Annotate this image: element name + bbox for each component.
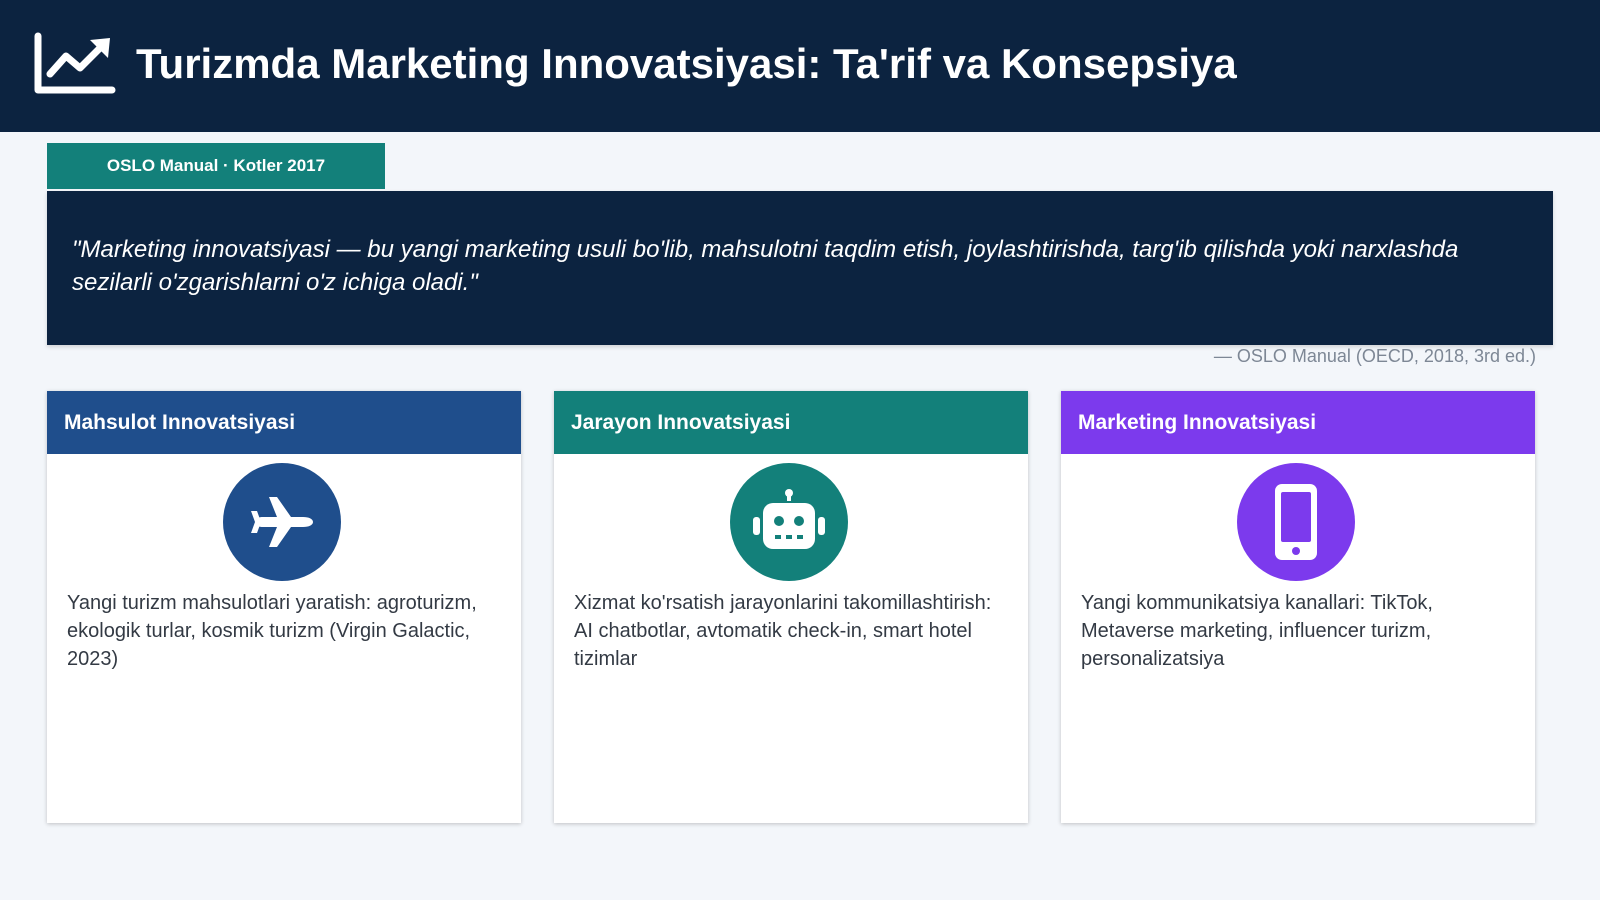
card-process-innovation: Jarayon Innovatsiyasi Xizmat ko'rsatish … <box>554 391 1028 823</box>
smartphone-icon <box>1237 463 1355 581</box>
airplane-icon <box>223 463 341 581</box>
robot-icon <box>730 463 848 581</box>
card-title: Jarayon Innovatsiyasi <box>554 391 1028 454</box>
definition-quote-text: "Marketing innovatsiyasi — bu yangi mark… <box>72 236 1459 296</box>
definition-quote-box: "Marketing innovatsiyasi — bu yangi mark… <box>47 191 1553 345</box>
card-description: Yangi kommunikatsiya kanallari: TikTok, … <box>1081 592 1433 670</box>
source-tag: OSLO Manual · Kotler 2017 <box>47 143 385 189</box>
header-bar: Turizmda Marketing Innovatsiyasi: Ta'rif… <box>0 0 1600 132</box>
card-product-innovation: Mahsulot Innovatsiyasi Yangi turizm mahs… <box>47 391 521 823</box>
card-description: Xizmat ko'rsatish jarayonlarini takomill… <box>574 592 992 670</box>
quote-attribution: — OSLO Manual (OECD, 2018, 3rd ed.) <box>1213 346 1536 366</box>
card-description: Yangi turizm mahsulotlari yaratish: agro… <box>67 592 477 670</box>
chart-line-icon <box>34 32 116 94</box>
card-marketing-innovation: Marketing Innovatsiyasi Yangi kommunikat… <box>1061 391 1535 823</box>
page-title: Turizmda Marketing Innovatsiyasi: Ta'rif… <box>136 40 1237 87</box>
card-title: Marketing Innovatsiyasi <box>1061 391 1535 454</box>
card-title: Mahsulot Innovatsiyasi <box>47 391 521 454</box>
